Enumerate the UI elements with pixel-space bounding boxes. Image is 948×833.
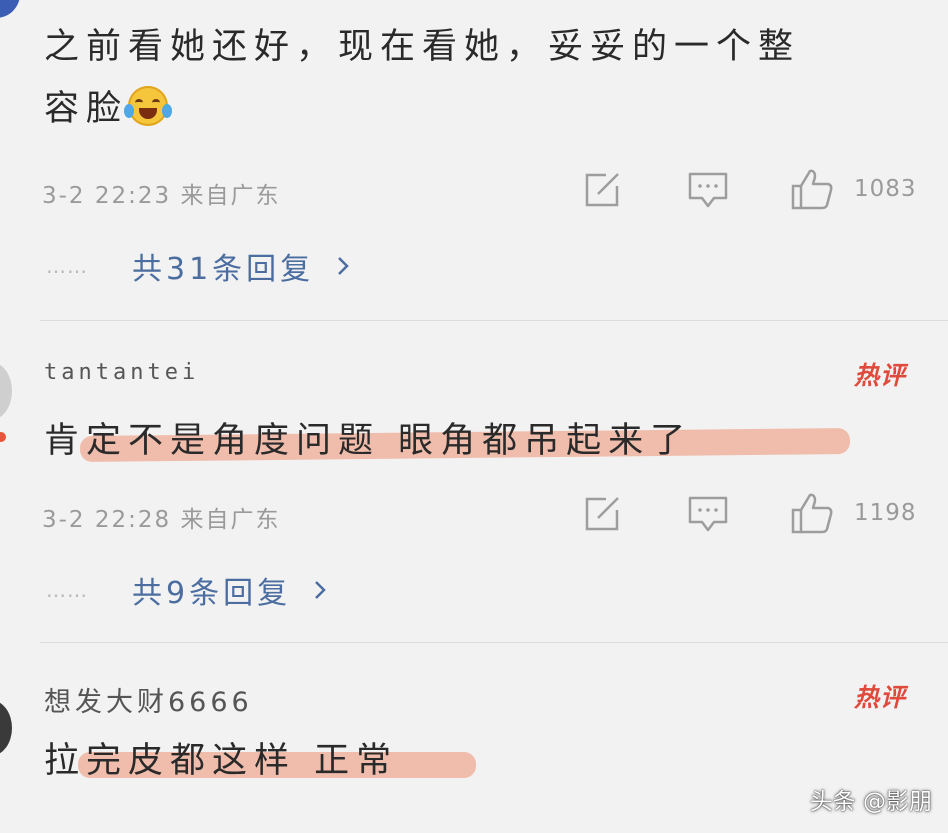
reply-count-link[interactable]: 共31条回复 (132, 244, 314, 288)
reply-dots: …… (46, 254, 88, 278)
reply-count-link[interactable]: 共9条回复 (132, 568, 291, 612)
chevron-right-icon[interactable] (313, 579, 327, 601)
comment-location: 来自广东 (180, 183, 281, 209)
comment-bubble-icon[interactable] (688, 172, 728, 210)
share-edit-icon[interactable] (584, 172, 622, 208)
laugh-cry-emoji-icon (124, 86, 173, 126)
comment-divider (40, 642, 948, 643)
avatar[interactable] (0, 362, 12, 420)
comment-text-line: 之前看她还好，现在看她，妥妥的一个整 (44, 27, 801, 67)
chevron-right-icon[interactable] (336, 255, 350, 277)
comment-text: 拉完皮都这样 正常 (44, 741, 399, 781)
avatar[interactable] (0, 700, 12, 756)
like-count: 1198 (854, 500, 917, 526)
comment-text: 肯定不是角度问题 眼角都吊起来了 (44, 421, 693, 461)
comment-username[interactable]: tantantei (44, 360, 199, 385)
avatar-badge (0, 432, 6, 442)
reply-thread-link[interactable]: …… 共9条回复 (46, 568, 327, 612)
comment-meta: 3-2 22:23 来自广东 (42, 176, 280, 210)
comment-time: 3-2 22:28 (42, 507, 172, 533)
comment-meta: 3-2 22:28 来自广东 (42, 500, 280, 534)
comment-time: 3-2 22:23 (42, 183, 172, 209)
watermark: 头条 @影朋 (809, 789, 932, 815)
comment-username[interactable]: 想发大财6666 (44, 680, 253, 719)
comment-divider (40, 320, 948, 321)
like-count: 1083 (854, 176, 917, 202)
avatar[interactable] (0, 0, 20, 18)
comment-location: 来自广东 (180, 507, 281, 533)
hot-comment-badge: 热评 (853, 683, 906, 712)
share-edit-icon[interactable] (584, 496, 622, 532)
comment-text: 之前看她还好，现在看她，妥妥的一个整 容脸 (44, 16, 924, 140)
comment-text-line: 容脸 (44, 89, 129, 129)
hot-comment-badge: 热评 (853, 361, 906, 390)
reply-dots: …… (46, 578, 88, 602)
comment-bubble-icon[interactable] (688, 496, 728, 534)
reply-thread-link[interactable]: …… 共31条回复 (46, 244, 350, 288)
thumbs-up-icon[interactable] (790, 168, 834, 210)
thumbs-up-icon[interactable] (790, 492, 834, 534)
